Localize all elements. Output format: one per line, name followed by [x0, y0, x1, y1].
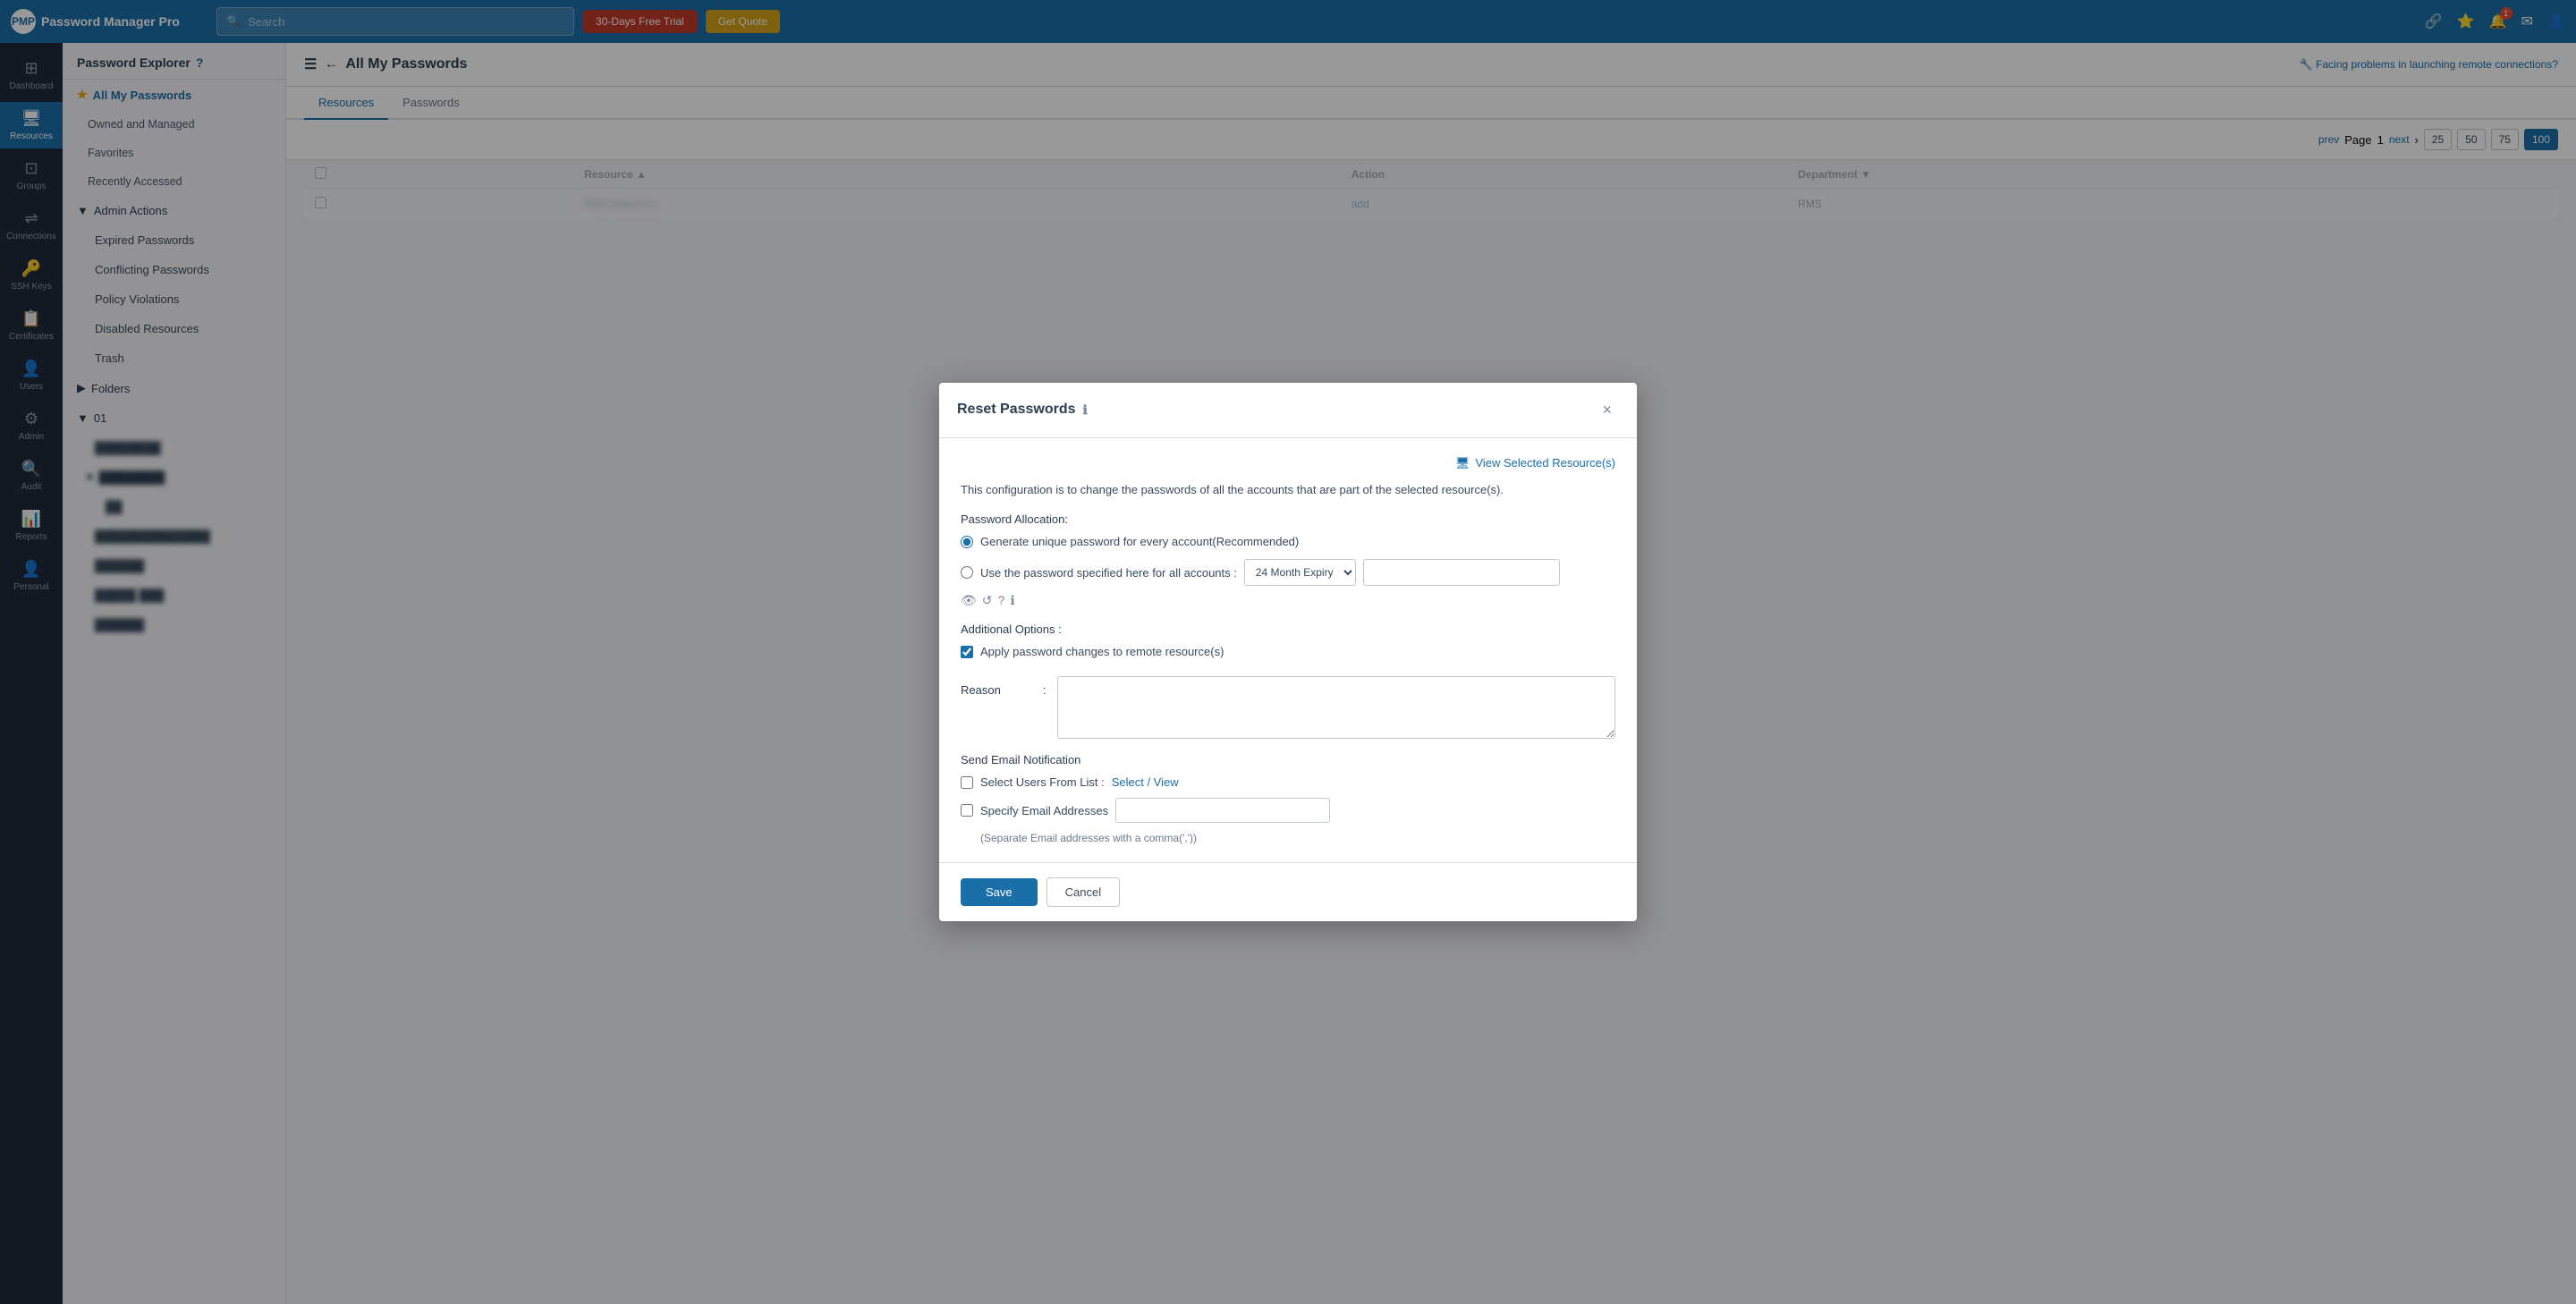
modal-title-text: Reset Passwords: [957, 402, 1076, 418]
select-users-row: Select Users From List : Select / View: [961, 775, 1615, 789]
password-allocation-label: Password Allocation:: [961, 512, 1615, 526]
reason-colon: :: [1043, 676, 1046, 697]
specify-email-input[interactable]: [1115, 798, 1330, 823]
reason-textarea[interactable]: [1057, 676, 1615, 739]
radio-use-specified-label: Use the password specified here for all …: [980, 566, 1237, 580]
pw-icons: 👁 ↺ ? ℹ: [961, 593, 1015, 608]
modal-header: Reset Passwords ℹ ×: [939, 383, 1637, 438]
select-view-link[interactable]: Select / View: [1112, 775, 1179, 789]
modal-body: 🖥 View Selected Resource(s) This configu…: [939, 438, 1637, 863]
radio-generate-unique: Generate unique password for every accou…: [961, 535, 1615, 548]
monitor-icon: 🖥: [1455, 456, 1470, 470]
modal-footer: Save Cancel: [939, 862, 1637, 921]
additional-options-label: Additional Options :: [961, 622, 1615, 636]
specify-email-label: Specify Email Addresses: [980, 804, 1108, 817]
reason-label: Reason: [961, 676, 1032, 697]
view-selected-section: 🖥 View Selected Resource(s): [961, 456, 1615, 470]
expiry-select[interactable]: 24 Month Expiry 12 Month Expiry 6 Month …: [1244, 559, 1356, 586]
apply-remote-option: Apply password changes to remote resourc…: [961, 645, 1615, 658]
radio-use-specified-input[interactable]: [961, 566, 973, 579]
apply-remote-checkbox[interactable]: [961, 646, 973, 658]
radio-generate-unique-input[interactable]: [961, 536, 973, 548]
email-hint: (Separate Email addresses with a comma('…: [980, 832, 1615, 844]
view-selected-link[interactable]: 🖥 View Selected Resource(s): [961, 456, 1615, 470]
additional-options: Additional Options : Apply password chan…: [961, 622, 1615, 658]
password-field[interactable]: [1363, 559, 1560, 586]
modal-close-button[interactable]: ×: [1595, 397, 1619, 423]
email-section: Send Email Notification Select Users Fro…: [961, 753, 1615, 844]
specify-email-checkbox[interactable]: [961, 804, 973, 817]
cancel-button[interactable]: Cancel: [1046, 877, 1120, 907]
reason-row: Reason :: [961, 676, 1615, 739]
info-icon[interactable]: ℹ: [1010, 593, 1014, 608]
reset-passwords-modal: Reset Passwords ℹ × 🖥 View Selected Reso…: [939, 383, 1637, 922]
radio-generate-unique-label: Generate unique password for every accou…: [980, 535, 1299, 548]
select-users-checkbox[interactable]: [961, 776, 973, 789]
email-section-title: Send Email Notification: [961, 753, 1615, 766]
save-button[interactable]: Save: [961, 878, 1038, 906]
modal-overlay[interactable]: Reset Passwords ℹ × 🖥 View Selected Reso…: [0, 0, 2576, 1304]
specify-email-row: Specify Email Addresses: [961, 798, 1615, 823]
select-users-label: Select Users From List :: [980, 775, 1105, 789]
refresh-icon[interactable]: ↺: [982, 593, 993, 608]
question-icon[interactable]: ?: [998, 593, 1005, 608]
radio-use-specified: Use the password specified here for all …: [961, 559, 1615, 608]
modal-info-text: This configuration is to change the pass…: [961, 481, 1615, 499]
apply-remote-label: Apply password changes to remote resourc…: [980, 645, 1224, 658]
modal-help-icon[interactable]: ℹ: [1083, 402, 1088, 418]
modal-title: Reset Passwords ℹ: [957, 402, 1088, 418]
eye-icon[interactable]: 👁: [961, 593, 977, 608]
